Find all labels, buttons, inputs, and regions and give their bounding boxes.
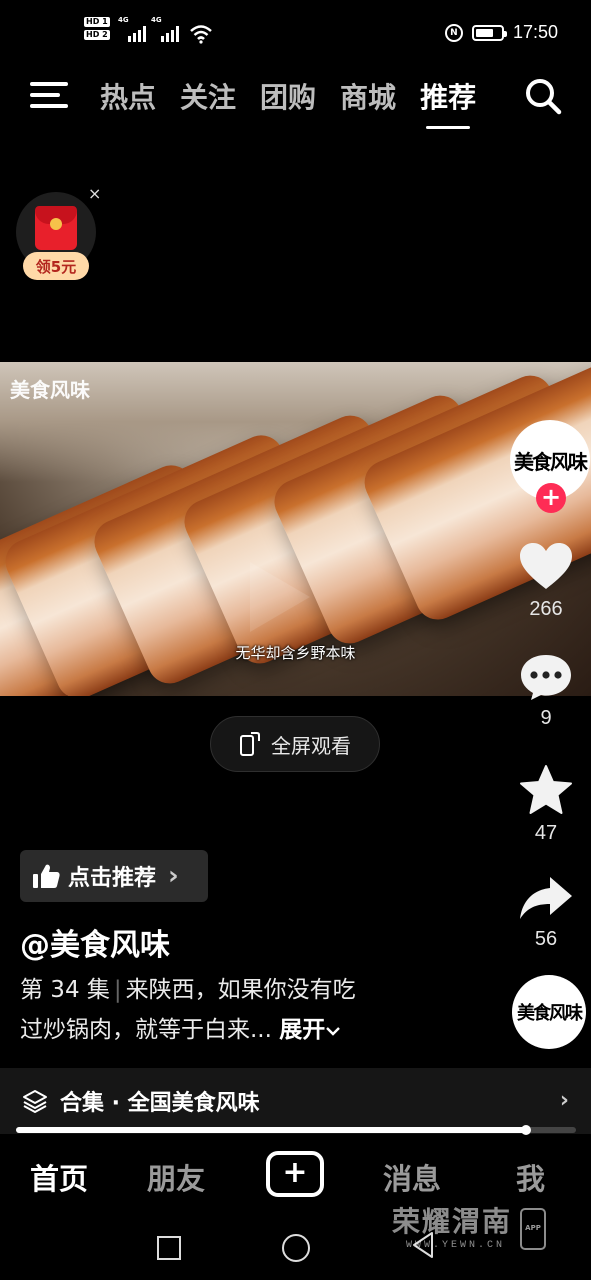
watermark: 荣耀渭南 WWW.YEWN.CN APP (392, 1200, 552, 1260)
sim2-label: HD 2 (84, 30, 110, 40)
progress-handle[interactable] (520, 1125, 531, 1135)
video-logo: 美食风味 (10, 378, 90, 402)
chevron-right-icon: › (559, 1088, 569, 1113)
red-packet-badge: 领5元 (23, 252, 89, 280)
video-description[interactable]: 第 34 集 | 来陕西，如果你没有吃 过炒锅肉，就等于白来... 展开 (20, 970, 430, 1050)
expand-button[interactable]: 展开 (279, 1017, 325, 1043)
comment-icon (521, 655, 571, 700)
status-bar: HD 1 HD 2 4G 4G N 17:50 (0, 0, 591, 70)
red-packet-close-button[interactable]: × (88, 184, 101, 203)
share-arrow-icon (520, 877, 572, 919)
tab-recommend[interactable]: 推荐 (420, 76, 476, 129)
battery-icon (471, 24, 507, 41)
music-disc-avatar[interactable]: 美食风味 (512, 975, 586, 1049)
collection-bar[interactable]: 合集 · 全国美食风味 › (0, 1068, 591, 1134)
video-player[interactable]: 美食风味 无华却含乡野本味 (0, 362, 591, 696)
tab-mall[interactable]: 商城 (340, 76, 396, 116)
top-nav: 热点 关注 团购 商城 推荐 (0, 70, 591, 130)
favorite-button[interactable]: 47 (501, 764, 591, 845)
app-phone-icon: APP (520, 1208, 546, 1250)
fullscreen-button[interactable]: 全屏观看 (210, 716, 380, 772)
sim-labels: HD 1 HD 2 (84, 17, 110, 43)
heart-icon (520, 543, 572, 589)
description-line2: 过炒锅肉，就等于白来... (20, 1017, 272, 1043)
nav-me[interactable]: 我 (516, 1156, 545, 1198)
episode-label: 第 34 集 (20, 977, 110, 1003)
description-line1: 来陕西，如果你没有吃 (125, 977, 356, 1003)
tab-following[interactable]: 关注 (180, 76, 236, 116)
share-button[interactable]: 56 (501, 874, 591, 951)
nav-messages[interactable]: 消息 (383, 1156, 441, 1198)
nfc-icon: N (444, 23, 463, 42)
search-icon[interactable] (523, 76, 563, 116)
author-name[interactable]: @美食风味 (20, 920, 170, 964)
layers-icon (23, 1090, 47, 1113)
collection-label: 合集 · 全国美食风味 (60, 1091, 260, 1116)
star-icon (520, 765, 572, 814)
home-button[interactable] (282, 1234, 310, 1262)
tab-hot[interactable]: 热点 (100, 76, 156, 116)
video-progress-bar[interactable] (16, 1125, 576, 1135)
net1-label: 4G (118, 16, 129, 24)
tab-bar: 热点 关注 团购 商城 推荐 (100, 76, 476, 129)
chevron-right-icon: › (168, 861, 179, 891)
red-envelope-icon (35, 206, 77, 250)
nav-home[interactable]: 首页 (30, 1156, 88, 1198)
nav-friends[interactable]: 朋友 (147, 1156, 205, 1198)
comment-button[interactable]: 9 (501, 653, 591, 730)
progress-fill (16, 1127, 526, 1133)
net2-label: 4G (151, 16, 162, 24)
favorite-count: 47 (534, 822, 558, 844)
comment-count: 9 (540, 707, 552, 729)
share-count: 56 (534, 928, 558, 950)
like-button[interactable]: 266 (501, 542, 591, 621)
like-count: 266 (529, 598, 563, 620)
tab-group-buy[interactable]: 团购 (260, 76, 316, 116)
recommend-button[interactable]: 点击推荐 › (20, 850, 208, 902)
separator: | (113, 977, 122, 1003)
create-button[interactable]: + (266, 1151, 324, 1197)
wifi-icon (190, 25, 212, 44)
rotate-screen-icon (240, 732, 260, 756)
sim1-label: HD 1 (84, 17, 110, 27)
recommend-label: 点击推荐 (68, 866, 157, 891)
menu-icon[interactable] (30, 80, 68, 110)
recent-apps-button[interactable] (157, 1236, 181, 1260)
clock: 17:50 (512, 22, 558, 42)
follow-button[interactable]: + (536, 483, 566, 513)
thumbs-up-icon (33, 864, 60, 888)
fullscreen-label: 全屏观看 (271, 733, 351, 758)
chevron-down-icon (326, 1027, 341, 1036)
watermark-app-label: APP (525, 1224, 541, 1232)
play-indicator-icon (250, 562, 310, 632)
red-packet-widget[interactable]: 领5元 (16, 192, 96, 280)
